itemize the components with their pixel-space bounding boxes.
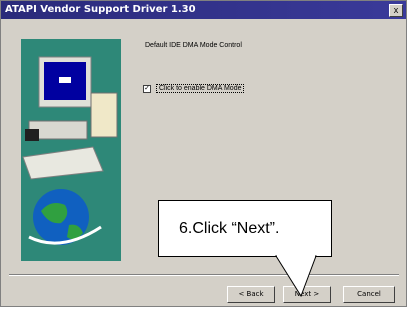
callout-pointer — [275, 255, 317, 298]
